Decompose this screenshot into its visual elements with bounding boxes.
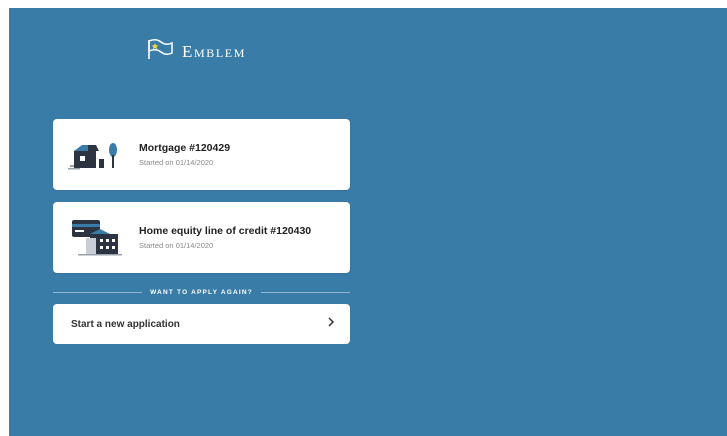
divider-line [260,291,351,293]
application-title: Mortgage #120429 [139,142,231,154]
brand-name: Emblem [182,41,246,61]
start-new-application-button[interactable]: Start a new application [53,304,350,344]
flag-icon [146,38,174,65]
application-card-mortgage[interactable]: Mortgage #120429 Started on 01/14/2020 [53,119,350,190]
start-new-application-label: Start a new application [71,318,180,330]
application-info: Home equity line of credit #120430 Start… [139,225,311,250]
application-card-heloc[interactable]: Home equity line of credit #120430 Start… [53,202,350,273]
reapply-heading: WANT TO APPLY AGAIN? [150,288,253,296]
chevron-right-icon [326,315,336,333]
reapply-divider: WANT TO APPLY AGAIN? [53,286,351,298]
divider-line [53,291,143,293]
application-title: Home equity line of credit #120430 [139,225,312,237]
brand-logo: Emblem [146,38,246,65]
application-info: Mortgage #120429 Started on 01/14/2020 [139,142,230,167]
credit-card-building-illustration [53,216,139,260]
app-background: Emblem Mortgage #120429 Started on 01/14… [9,8,727,436]
application-started-date: Started on 01/14/2020 [139,158,214,167]
house-tree-illustration [53,137,139,173]
application-started-date: Started on 01/14/2020 [139,241,214,250]
